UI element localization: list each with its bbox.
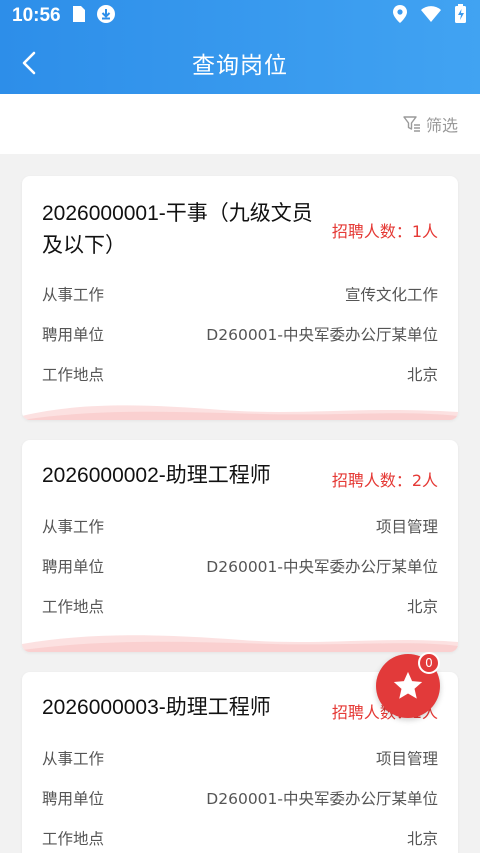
row-label: 聘用单位 xyxy=(42,790,105,808)
chevron-left-icon xyxy=(22,51,36,75)
page-title: 查询岗位 xyxy=(192,53,288,79)
sim-card-icon xyxy=(72,5,85,27)
status-time: 10:56 xyxy=(12,5,61,26)
row-value: 北京 xyxy=(406,366,438,384)
row-label: 从事工作 xyxy=(42,518,105,536)
star-icon xyxy=(393,671,423,699)
job-card[interactable]: 2026000002-助理工程师 招聘人数：2人 从事工作 项目管理 聘用单位 … xyxy=(22,440,458,652)
title-bar: 查询岗位 xyxy=(0,32,480,94)
row-value: 北京 xyxy=(406,830,438,848)
row-work: 从事工作 项目管理 xyxy=(42,746,438,770)
row-value: D260001-中央军委办公厅某单位 xyxy=(206,558,438,576)
card-wave-decoration xyxy=(22,405,458,420)
location-icon xyxy=(393,4,407,28)
favorites-count-badge: 0 xyxy=(418,652,440,674)
row-label: 工作地点 xyxy=(42,598,105,616)
row-value: D260001-中央军委办公厅某单位 xyxy=(206,790,438,808)
row-label: 聘用单位 xyxy=(42,326,105,344)
job-title-line1: 2026000003-助理工程师 xyxy=(42,696,271,719)
row-value: D260001-中央军委办公厅某单位 xyxy=(206,326,438,344)
row-label: 从事工作 xyxy=(42,750,105,768)
card-wave-decoration xyxy=(22,635,458,652)
download-icon xyxy=(96,4,115,28)
job-count: 招聘人数：2人 xyxy=(331,471,438,490)
row-label: 从事工作 xyxy=(42,286,105,304)
row-label: 工作地点 xyxy=(42,830,105,848)
row-unit: 聘用单位 D260001-中央军委办公厅某单位 xyxy=(42,786,438,810)
row-work: 从事工作 宣传文化工作 xyxy=(42,282,438,306)
battery-charging-icon xyxy=(455,4,466,28)
filter-button[interactable]: 筛选 xyxy=(403,112,458,136)
job-count: 招聘人数：1人 xyxy=(331,222,438,241)
row-work: 从事工作 项目管理 xyxy=(42,514,438,538)
row-value: 宣传文化工作 xyxy=(344,286,438,304)
wifi-icon xyxy=(421,5,441,27)
row-value: 北京 xyxy=(406,598,438,616)
row-value: 项目管理 xyxy=(375,518,438,536)
filter-label: 筛选 xyxy=(425,116,458,135)
row-value: 项目管理 xyxy=(375,750,438,768)
job-title-line2: 及以下） xyxy=(42,234,126,257)
row-label: 聘用单位 xyxy=(42,558,105,576)
row-unit: 聘用单位 D260001-中央军委办公厅某单位 xyxy=(42,322,438,346)
row-unit: 聘用单位 D260001-中央军委办公厅某单位 xyxy=(42,554,438,578)
job-title-line1: 2026000002-助理工程师 xyxy=(42,464,271,487)
job-title-line1: 2026000001-干事（九级文员 xyxy=(42,202,313,225)
filter-icon xyxy=(403,116,420,132)
app-header: 10:56 查询岗位 xyxy=(0,0,480,94)
row-location: 工作地点 北京 xyxy=(42,826,438,850)
job-card[interactable]: 2026000001-干事（九级文员 及以下） 招聘人数：1人 从事工作 宣传文… xyxy=(22,176,458,420)
status-bar: 10:56 xyxy=(0,0,480,32)
back-button[interactable] xyxy=(14,48,44,78)
row-label: 工作地点 xyxy=(42,366,105,384)
filter-bar: 筛选 xyxy=(0,94,480,154)
row-location: 工作地点 北京 xyxy=(42,362,438,386)
row-location: 工作地点 北京 xyxy=(42,594,438,618)
